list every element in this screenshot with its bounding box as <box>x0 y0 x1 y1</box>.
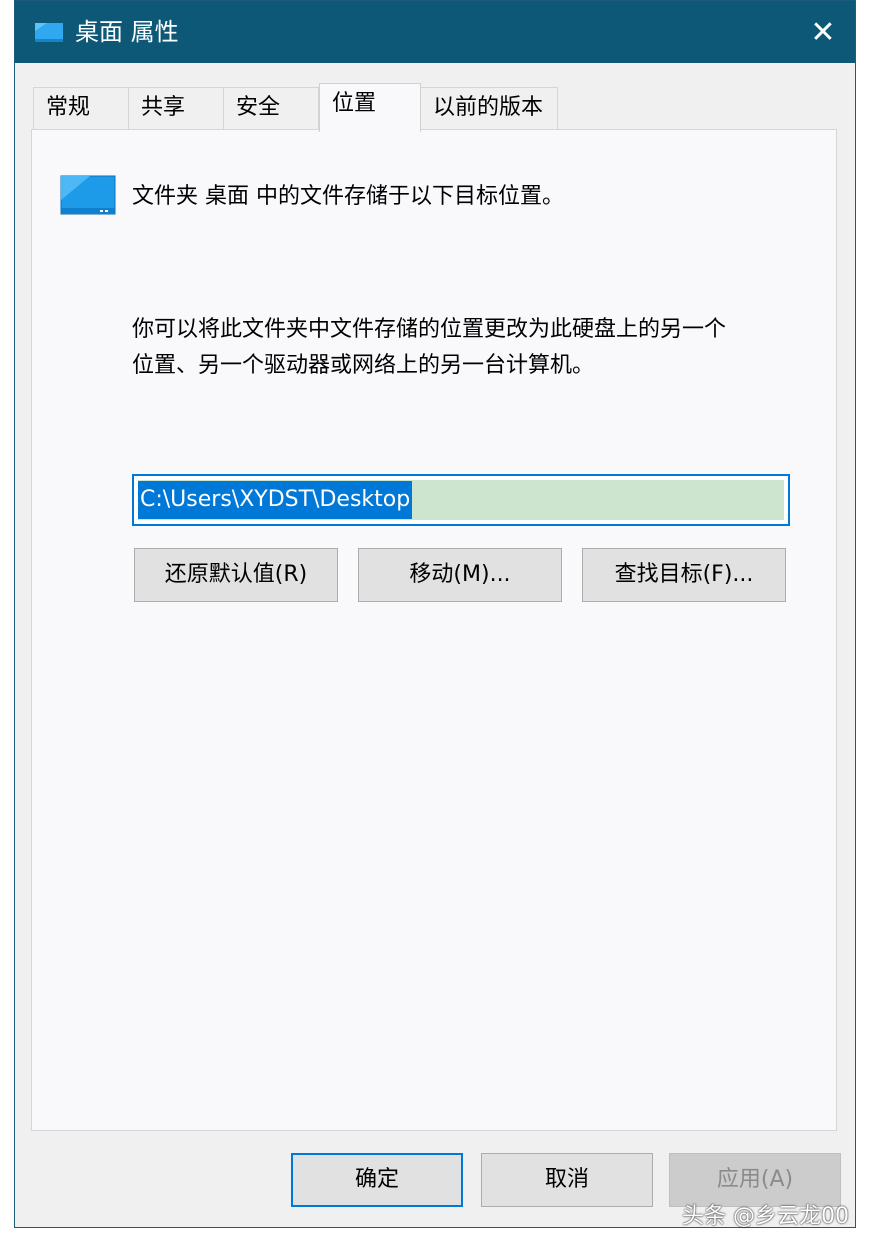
tab-security[interactable]: 安全 <box>223 87 319 131</box>
tab-location[interactable]: 位置 <box>319 83 421 132</box>
tab-label: 常规 <box>46 95 91 120</box>
restore-default-button[interactable]: 还原默认值(R) <box>134 548 338 602</box>
find-target-button[interactable]: 查找目标(F)... <box>582 548 786 602</box>
info-line-2: 位置、另一个驱动器或网络上的另一台计算机。 <box>132 353 595 378</box>
desktop-folder-icon <box>60 174 116 216</box>
tab-label: 安全 <box>236 95 281 120</box>
folder-location-description: 文件夹 桌面 中的文件存储于以下目标位置。 <box>132 184 564 209</box>
move-info-text: 你可以将此文件夹中文件存储的位置更改为此硬盘上的另一个 位置、另一个驱动器或网络… <box>132 312 812 384</box>
location-panel: 文件夹 桌面 中的文件存储于以下目标位置。 你可以将此文件夹中文件存储的位置更改… <box>31 129 837 1131</box>
move-button[interactable]: 移动(M)... <box>358 548 562 602</box>
tab-label: 位置 <box>332 91 377 116</box>
tab-general[interactable]: 常规 <box>33 87 129 131</box>
tab-label: 共享 <box>141 95 186 120</box>
title-bar[interactable]: 桌面 属性 ✕ <box>15 1 855 63</box>
properties-dialog: 桌面 属性 ✕ 常规 共享 安全 位置 以前的版本 文件夹 桌面 中的文件存储于… <box>14 0 856 1228</box>
tab-label: 以前的版本 <box>433 95 544 120</box>
ok-button[interactable]: 确定 <box>291 1153 463 1207</box>
tab-previous-versions[interactable]: 以前的版本 <box>420 87 558 131</box>
path-selected-text: C:\Users\XYDST\Desktop <box>138 481 413 519</box>
location-path-input[interactable]: C:\Users\XYDST\Desktop <box>132 474 790 526</box>
close-button[interactable]: ✕ <box>791 1 855 63</box>
window-title: 桌面 属性 <box>75 18 179 46</box>
desktop-folder-icon <box>35 21 63 43</box>
close-icon: ✕ <box>810 14 836 50</box>
tab-sharing[interactable]: 共享 <box>128 87 224 131</box>
cancel-button[interactable]: 取消 <box>481 1153 653 1207</box>
watermark: 头条 @乡云龙00 <box>682 1204 849 1229</box>
info-line-1: 你可以将此文件夹中文件存储的位置更改为此硬盘上的另一个 <box>132 317 727 342</box>
